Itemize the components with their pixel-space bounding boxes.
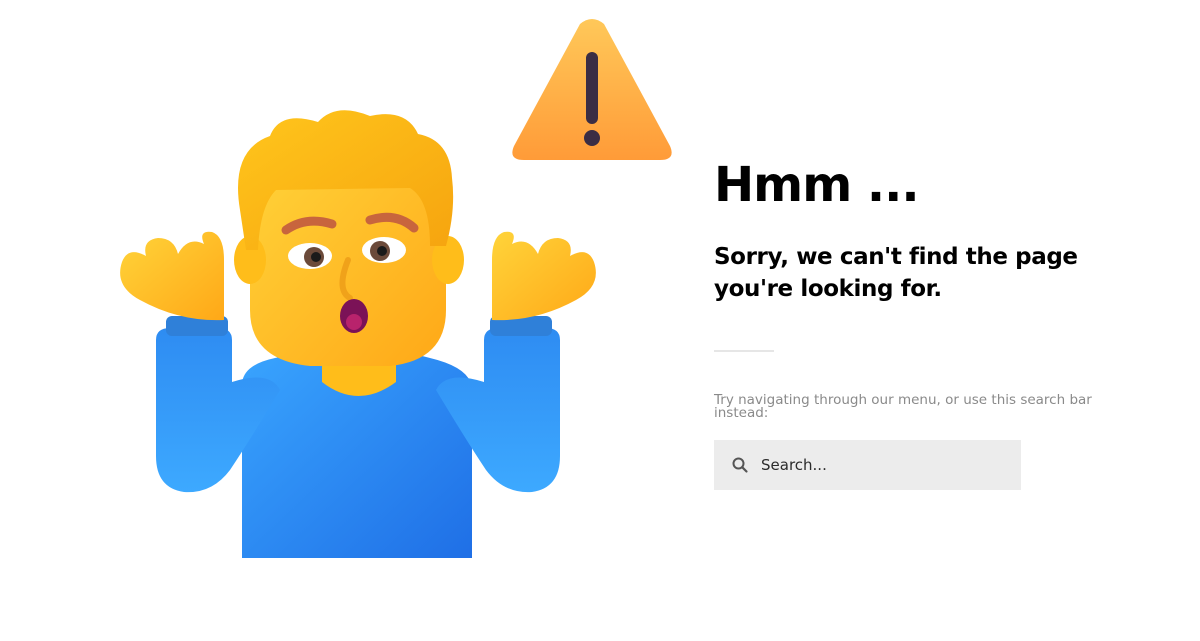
search-icon [731,456,749,474]
search-bar[interactable] [714,440,1021,490]
illustration-canvas [120,19,672,558]
page-title: Hmm ... [714,157,920,213]
help-text: Try navigating through our menu, or use … [714,392,1092,421]
error-content: Hmm ... Sorry, we can't find the page yo… [714,155,1154,490]
divider [714,350,774,352]
error-message: Sorry, we can't find the page you're loo… [714,244,1078,302]
illustration [100,10,690,570]
shrugging-person-icon [120,110,596,558]
search-input[interactable] [761,456,1001,474]
warning-triangle-icon [512,19,672,160]
